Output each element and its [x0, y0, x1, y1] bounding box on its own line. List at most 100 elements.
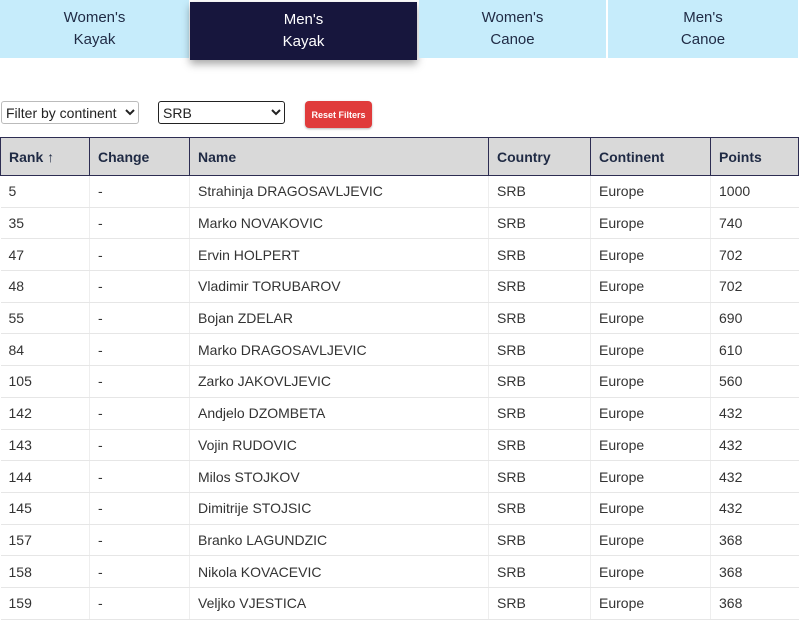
- tab-womens-kayak[interactable]: Women's Kayak: [0, 0, 189, 58]
- points-cell: 560: [710, 365, 799, 398]
- points-cell: 740: [710, 207, 799, 240]
- change-cell: -: [89, 429, 190, 462]
- change-cell: -: [89, 524, 190, 557]
- table-row: 157- Branko LAGUNDZIC SRB Europe 368: [0, 524, 799, 557]
- country-cell: SRB: [488, 207, 591, 240]
- country-cell: SRB: [488, 238, 591, 272]
- tab-label-line1: Women's: [63, 9, 126, 26]
- points-cell: 690: [710, 302, 799, 335]
- change-cell: -: [89, 492, 190, 525]
- rank-cell: 143: [0, 429, 90, 462]
- points-cell: 368: [710, 524, 799, 557]
- country-cell: SRB: [488, 429, 591, 462]
- rank-cell: 5: [0, 175, 90, 208]
- name-cell: Strahinja DRAGOSAVLJEVIC: [189, 175, 489, 208]
- table-row: 159- Veljko VJESTICA SRB Europe 368: [0, 587, 799, 620]
- table-row: 105- Zarko JAKOVLJEVIC SRB Europe 560: [0, 365, 799, 398]
- continent-cell: Europe: [590, 175, 711, 208]
- table-row: 142- Andjelo DZOMBETA SRB Europe 432: [0, 397, 799, 430]
- rank-cell: 35: [0, 207, 90, 240]
- tab-label-line1: Women's: [481, 9, 544, 26]
- points-cell: 702: [710, 270, 799, 303]
- continent-cell: Europe: [590, 207, 711, 240]
- rank-cell: 158: [0, 555, 90, 588]
- table-row: 158- Nikola KOVACEVIC SRB Europe 368: [0, 555, 799, 588]
- country-cell: SRB: [488, 365, 591, 398]
- name-cell: Branko LAGUNDZIC: [189, 524, 489, 557]
- country-cell: SRB: [488, 175, 591, 208]
- rank-cell: 144: [0, 460, 90, 493]
- column-header-name[interactable]: Name: [189, 137, 489, 176]
- country-cell: SRB: [488, 397, 591, 430]
- change-cell: -: [89, 207, 190, 240]
- continent-cell: Europe: [590, 555, 711, 588]
- column-header-country[interactable]: Country: [488, 137, 591, 176]
- name-cell: Nikola KOVACEVIC: [189, 555, 489, 588]
- tab-label-line2: Kayak: [73, 31, 116, 48]
- name-cell: Vladimir TORUBAROV: [189, 270, 489, 303]
- name-cell: Zarko JAKOVLJEVIC: [189, 365, 489, 398]
- points-cell: 702: [710, 238, 799, 272]
- country-cell: SRB: [488, 587, 591, 620]
- name-cell: Andjelo DZOMBETA: [189, 397, 489, 430]
- name-cell: Milos STOJKOV: [189, 460, 489, 493]
- rank-cell: 157: [0, 524, 90, 557]
- tab-label-line1: Men's: [283, 11, 324, 28]
- table-row: 35- Marko NOVAKOVIC SRB Europe 740: [0, 207, 799, 240]
- points-cell: 368: [710, 587, 799, 620]
- continent-cell: Europe: [590, 587, 711, 620]
- name-cell: Ervin HOLPERT: [189, 238, 489, 272]
- rankings-table: Rank ↑ Change Name Country Continent Poi…: [0, 137, 799, 620]
- points-cell: 432: [710, 429, 799, 462]
- change-cell: -: [89, 365, 190, 398]
- country-cell: SRB: [488, 524, 591, 557]
- points-cell: 432: [710, 460, 799, 493]
- continent-cell: Europe: [590, 397, 711, 430]
- rank-cell: 145: [0, 492, 90, 525]
- name-cell: Dimitrije STOJSIC: [189, 492, 489, 525]
- continent-cell: Europe: [590, 460, 711, 493]
- name-cell: Bojan ZDELAR: [189, 302, 489, 335]
- filter-bar: Filter by continent SRB Reset Filters: [0, 100, 800, 130]
- continent-cell: Europe: [590, 524, 711, 557]
- change-cell: -: [89, 555, 190, 588]
- name-cell: Marko DRAGOSAVLJEVIC: [189, 333, 489, 367]
- country-cell: SRB: [488, 333, 591, 367]
- tab-mens-canoe[interactable]: Men's Canoe: [608, 0, 798, 58]
- reset-filters-button[interactable]: Reset Filters: [305, 101, 372, 128]
- table-row: 48- Vladimir TORUBAROV SRB Europe 702: [0, 270, 799, 303]
- table-body: 5- Strahinja DRAGOSAVLJEVIC SRB Europe 1000 3…: [0, 175, 799, 620]
- change-cell: -: [89, 175, 190, 208]
- continent-cell: Europe: [590, 333, 711, 367]
- continent-cell: Europe: [590, 270, 711, 303]
- points-cell: 368: [710, 555, 799, 588]
- category-tabs: Women's Kayak Men's Kayak Women's Canoe …: [0, 0, 800, 60]
- change-cell: -: [89, 460, 190, 493]
- continent-cell: Europe: [590, 365, 711, 398]
- name-cell: Veljko VJESTICA: [189, 587, 489, 620]
- continent-cell: Europe: [590, 302, 711, 335]
- change-cell: -: [89, 302, 190, 335]
- name-cell: Marko NOVAKOVIC: [189, 207, 489, 240]
- rank-cell: 159: [0, 587, 90, 620]
- continent-filter-select[interactable]: Filter by continent: [1, 101, 139, 124]
- points-cell: 432: [710, 492, 799, 525]
- column-header-points[interactable]: Points: [710, 137, 799, 176]
- continent-cell: Europe: [590, 429, 711, 462]
- country-filter-select[interactable]: SRB: [158, 101, 285, 124]
- table-row: 145- Dimitrije STOJSIC SRB Europe 432: [0, 492, 799, 525]
- rank-cell: 142: [0, 397, 90, 430]
- tab-mens-kayak[interactable]: Men's Kayak: [190, 2, 417, 60]
- rank-cell: 47: [0, 238, 90, 272]
- column-header-change[interactable]: Change: [89, 137, 190, 176]
- column-header-rank[interactable]: Rank ↑: [0, 137, 90, 176]
- column-header-continent[interactable]: Continent: [590, 137, 711, 176]
- table-row: 84- Marko DRAGOSAVLJEVIC SRB Europe 610: [0, 333, 799, 367]
- change-cell: -: [89, 238, 190, 272]
- continent-cell: Europe: [590, 492, 711, 525]
- country-cell: SRB: [488, 460, 591, 493]
- table-row: 55- Bojan ZDELAR SRB Europe 690: [0, 302, 799, 335]
- tab-womens-canoe[interactable]: Women's Canoe: [419, 0, 606, 58]
- rank-cell: 48: [0, 270, 90, 303]
- rank-cell: 84: [0, 333, 90, 367]
